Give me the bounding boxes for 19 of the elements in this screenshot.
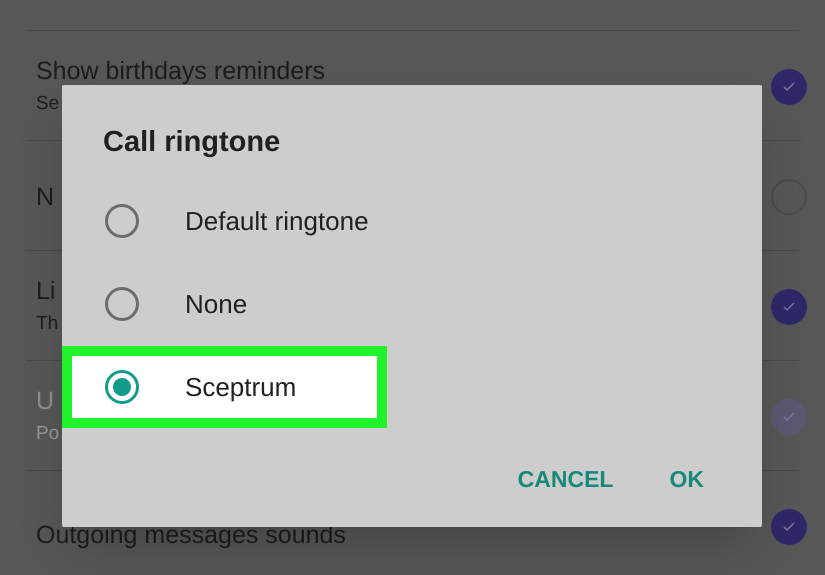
checkbox[interactable] — [771, 289, 807, 325]
setting-subtitle: Po — [36, 422, 60, 446]
dialog-title: Call ringtone — [103, 125, 280, 160]
checkbox[interactable] — [771, 69, 807, 105]
option-label: Default ringtone — [185, 204, 369, 238]
ringtone-option[interactable]: Sceptrum — [62, 346, 387, 428]
setting-title: Show birthdays reminders — [36, 56, 326, 87]
ringtone-option[interactable]: None — [62, 263, 762, 345]
option-label: Sceptrum — [185, 370, 296, 404]
option-label: None — [185, 288, 248, 320]
checkbox[interactable] — [771, 509, 807, 545]
radio-button[interactable] — [105, 370, 139, 404]
ringtone-option[interactable]: Default ringtone — [62, 180, 762, 262]
setting-title: Li — [36, 276, 56, 307]
radio-button[interactable] — [105, 204, 139, 238]
setting-title: N — [36, 182, 54, 213]
radio-button[interactable] — [105, 287, 139, 321]
setting-subtitle: Se — [36, 92, 60, 116]
setting-subtitle: Th — [36, 312, 58, 336]
